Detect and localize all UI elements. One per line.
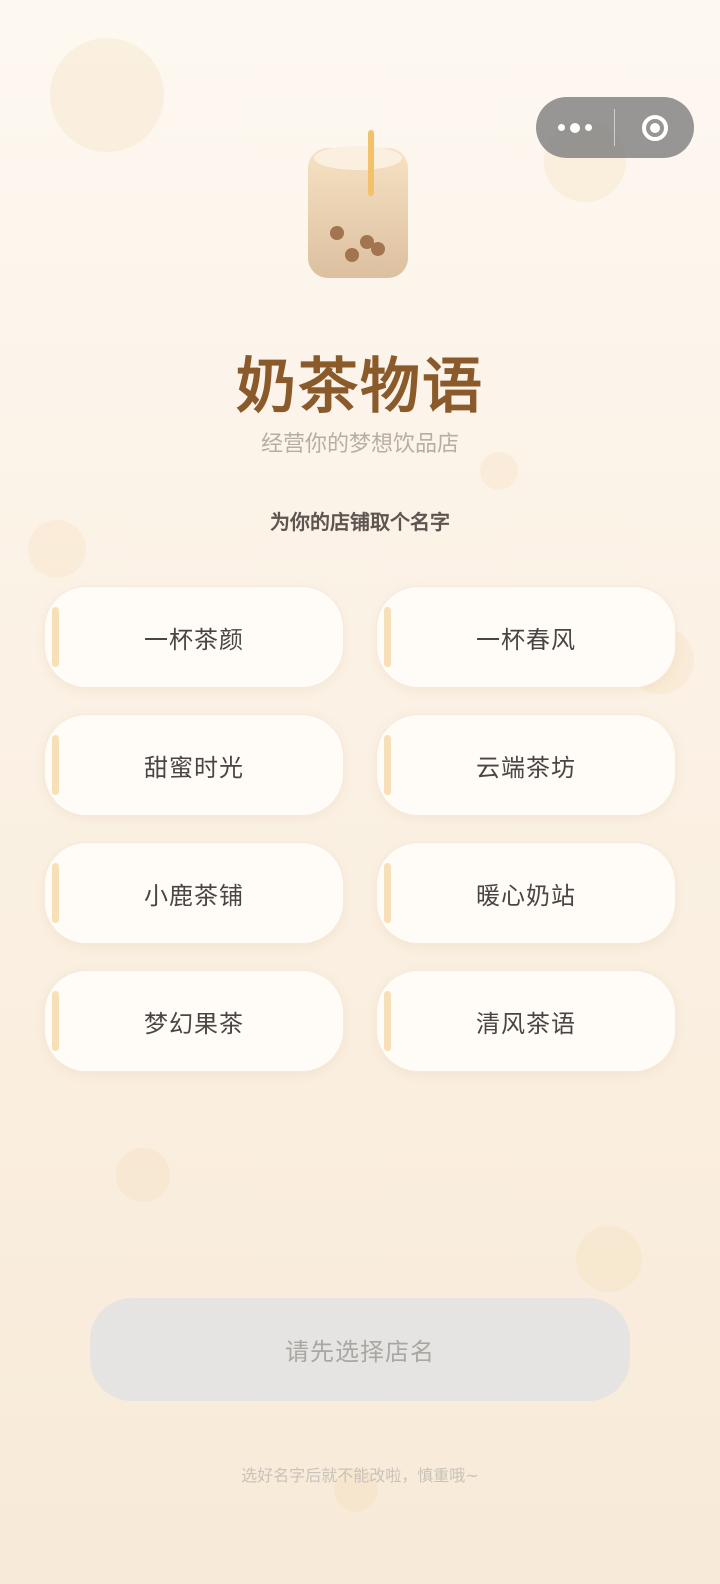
name-option-card[interactable]: 小鹿茶铺	[44, 842, 344, 944]
footer-hint: 选好名字后就不能改啦，慎重哦~	[241, 1466, 479, 1485]
name-option-label: 一杯春风	[476, 625, 576, 654]
more-dots-icon	[585, 124, 592, 131]
card-accent-bar	[52, 991, 59, 1051]
more-button[interactable]	[536, 97, 614, 158]
name-options-grid: 一杯茶颜 一杯春风 甜蜜时光 云端茶坊 小鹿茶铺 暖心奶站 梦幻果茶 清风茶语	[44, 586, 676, 1072]
card-accent-bar	[52, 863, 59, 923]
background-bubble	[116, 1148, 170, 1202]
card-accent-bar	[52, 735, 59, 795]
name-option-card[interactable]: 暖心奶站	[376, 842, 676, 944]
card-accent-bar	[52, 607, 59, 667]
background-bubble	[50, 38, 164, 152]
card-accent-bar	[384, 607, 391, 667]
bubble-tea-cup-icon	[308, 130, 412, 280]
more-dots-icon	[570, 122, 580, 133]
name-section-heading: 为你的店铺取个名字	[270, 510, 450, 534]
name-option-label: 梦幻果茶	[144, 1009, 244, 1038]
background-bubble	[576, 1226, 642, 1292]
more-dots-icon	[558, 124, 565, 131]
card-accent-bar	[384, 735, 391, 795]
name-option-label: 甜蜜时光	[144, 753, 244, 782]
name-option-label: 一杯茶颜	[144, 625, 244, 654]
app-title: 奶茶物语	[236, 352, 484, 422]
close-miniprogram-button[interactable]	[615, 97, 694, 158]
name-option-label: 暖心奶站	[476, 881, 576, 910]
card-accent-bar	[384, 991, 391, 1051]
name-option-label: 小鹿茶铺	[144, 881, 244, 910]
name-option-label: 清风茶语	[476, 1009, 576, 1038]
target-circle-icon	[641, 114, 668, 141]
name-option-card[interactable]: 一杯春风	[376, 586, 676, 688]
confirm-name-button[interactable]: 请先选择店名	[90, 1298, 630, 1401]
confirm-button-label: 请先选择店名	[285, 1338, 435, 1366]
name-option-label: 云端茶坊	[476, 753, 576, 782]
miniprogram-capsule	[536, 97, 694, 158]
name-option-card[interactable]: 一杯茶颜	[44, 586, 344, 688]
name-option-card[interactable]: 清风茶语	[376, 970, 676, 1072]
name-option-card[interactable]: 梦幻果茶	[44, 970, 344, 1072]
card-accent-bar	[384, 863, 391, 923]
name-option-card[interactable]: 云端茶坊	[376, 714, 676, 816]
app-subtitle: 经营你的梦想饮品店	[260, 432, 459, 457]
name-option-card[interactable]: 甜蜜时光	[44, 714, 344, 816]
